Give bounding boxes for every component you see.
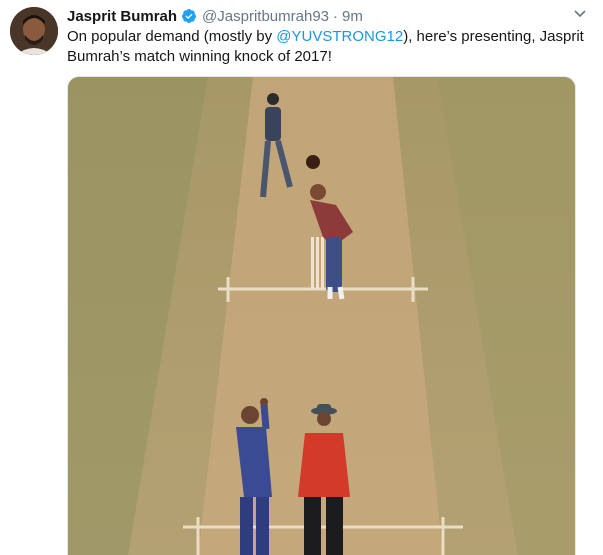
tweet-text: On popular demand (mostly by @YUVSTRONG1… (67, 27, 587, 67)
timestamp[interactable]: 9m (342, 8, 363, 25)
verified-badge-icon (182, 9, 197, 23)
chevron-down-icon[interactable] (573, 6, 587, 20)
tweet-header: Jasprit Bumrah @Jaspritbumrah93 · 9m (67, 6, 363, 26)
tweet-text-before: On popular demand (mostly by (67, 28, 277, 45)
cricket-video-frame (68, 77, 575, 555)
separator-dot: · (333, 7, 338, 25)
tweet-card: Jasprit Bumrah @Jaspritbumrah93 · 9m On … (0, 0, 603, 555)
mention-link[interactable]: @YUVSTRONG12 (276, 28, 403, 45)
author-handle[interactable]: @Jaspritbumrah93 (202, 8, 329, 25)
avatar[interactable] (10, 7, 58, 55)
author-name[interactable]: Jasprit Bumrah (67, 8, 177, 25)
video-media[interactable] (67, 76, 576, 555)
